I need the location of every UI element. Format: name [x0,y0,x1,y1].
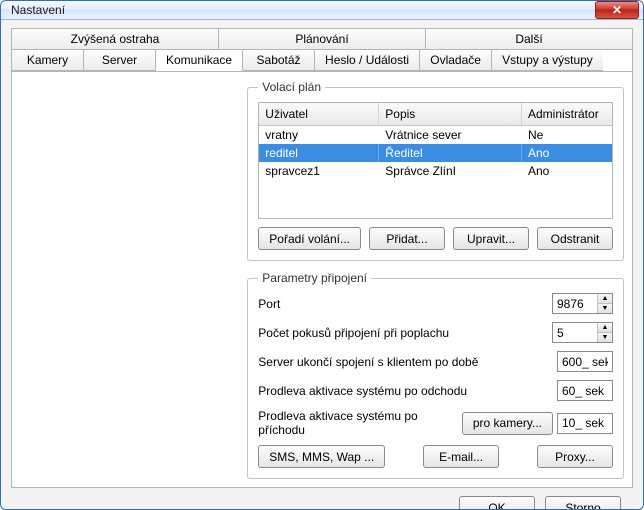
port-input[interactable] [553,294,597,313]
for-cameras-button[interactable]: pro kamery... [462,412,553,435]
tab-komunikace[interactable]: Komunikace [156,50,243,71]
table-row[interactable]: reditel Ředitel Ano [259,144,612,162]
dialog-footer: OK Storno [11,488,633,510]
spinner-arrows: ▲ ▼ [597,323,612,342]
delay-leave-label: Prodleva aktivace systému po odchodu [258,384,467,398]
table-row[interactable]: vratny Vrátnice sever Ne [259,126,612,144]
ok-button[interactable]: OK [459,496,535,510]
tab-planovani[interactable]: Plánování [219,29,426,50]
col-admin[interactable]: Administrátor [522,103,612,125]
edit-button[interactable]: Upravit... [453,227,529,250]
server-close-label: Server ukončí spojení s klientem po době [258,355,478,369]
spinner-arrows: ▲ ▼ [597,294,612,313]
email-button[interactable]: E-mail... [423,445,499,468]
tabstrip: Zvýšená ostraha Plánování Další Kamery S… [11,28,633,72]
tab-row-top: Zvýšená ostraha Plánování Další [12,29,632,50]
titlebar: Nastavení ✕ [1,1,643,20]
chevron-down-icon[interactable]: ▼ [598,333,612,342]
attempts-input[interactable] [553,323,597,342]
port-spinner[interactable]: ▲ ▼ [552,293,613,314]
tab-ovladace[interactable]: Ovladače [420,50,492,71]
tab-sabotaz[interactable]: Sabotáž [243,50,315,71]
settings-window: Nastavení ✕ Zvýšená ostraha Plánování Da… [0,0,644,510]
left-padding [20,80,247,479]
chevron-up-icon[interactable]: ▲ [598,323,612,333]
connection-params-legend: Parametry připojení [258,271,371,285]
delay-arrive-label: Prodleva aktivace systému po příchodu [258,409,462,437]
table-row[interactable]: spravcez1 Správce ZlínI Ano [259,162,612,180]
window-title: Nastavení [11,3,595,17]
tab-zvysena-ostraha[interactable]: Zvýšená ostraha [12,29,219,50]
right-column: Volací plán Uživatel Popis Administrátor… [247,80,624,479]
attempts-spinner[interactable]: ▲ ▼ [552,322,613,343]
chevron-up-icon[interactable]: ▲ [598,294,612,304]
delay-arrive-input[interactable] [557,413,613,434]
delay-leave-input[interactable] [557,380,613,401]
window-body: Zvýšená ostraha Plánování Další Kamery S… [1,20,643,510]
tab-server[interactable]: Server [84,50,156,71]
table-header: Uživatel Popis Administrátor [259,103,612,126]
tab-content: Volací plán Uživatel Popis Administrátor… [11,72,633,488]
sms-button[interactable]: SMS, MMS, Wap ... [258,445,385,468]
cancel-button[interactable]: Storno [545,496,621,510]
calling-plan-legend: Volací plán [258,80,325,94]
tab-kamery[interactable]: Kamery [12,50,84,71]
remove-button[interactable]: Odstranit [537,227,613,250]
tab-row-bottom: Kamery Server Komunikace Sabotáž Heslo /… [12,50,632,72]
close-icon[interactable]: ✕ [595,1,639,19]
calling-plan-group: Volací plán Uživatel Popis Administrátor… [247,80,624,261]
col-user[interactable]: Uživatel [259,103,379,125]
calling-plan-buttons: Pořadí volání... Přidat... Upravit... Od… [258,227,613,250]
server-close-input[interactable] [557,351,613,372]
tab-dalsi[interactable]: Další [426,29,632,50]
tab-heslo-udalosti[interactable]: Heslo / Události [315,50,420,71]
col-desc[interactable]: Popis [379,103,522,125]
proxy-button[interactable]: Proxy... [537,445,613,468]
port-label: Port [258,297,280,311]
add-button[interactable]: Přidat... [369,227,445,250]
calling-plan-table[interactable]: Uživatel Popis Administrátor vratny Vrát… [258,102,613,219]
tab-vstupy-vystupy[interactable]: Vstupy a výstupy [492,50,603,71]
table-body: vratny Vrátnice sever Ne reditel Ředitel… [259,126,612,218]
chevron-down-icon[interactable]: ▼ [598,304,612,313]
call-order-button[interactable]: Pořadí volání... [258,227,361,250]
connection-params-group: Parametry připojení Port ▲ ▼ Počet pok [247,271,624,479]
conn-params-buttons: SMS, MMS, Wap ... E-mail... Proxy... [258,445,613,468]
attempts-label: Počet pokusů připojení při poplachu [258,326,449,340]
